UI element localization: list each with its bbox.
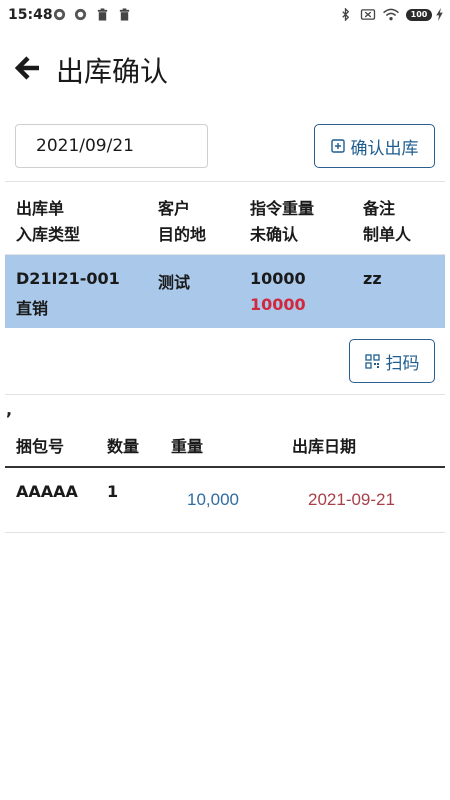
status-bar: 15:48 100 — [0, 0, 450, 30]
column-header-customer: 客户 — [158, 199, 191, 218]
column-header-bundle-no: 捆包号 — [16, 437, 65, 456]
order-number: D21I21-001 — [16, 269, 120, 288]
column-header-remark: 备注 — [363, 199, 396, 218]
date-field[interactable]: 2021/09/21 — [15, 124, 208, 168]
instruction-weight: 10000 — [250, 269, 306, 288]
scan-button[interactable]: 扫码 — [349, 339, 435, 383]
order-row-selected[interactable]: D21I21-001 直销 测试 10000 10000 zz — [5, 255, 445, 328]
quantity: 1 — [107, 482, 119, 501]
back-arrow-icon[interactable] — [14, 54, 42, 82]
separator-text: , — [6, 400, 13, 419]
record-icon — [74, 8, 87, 21]
unconfirmed-weight: 10000 — [250, 295, 306, 314]
outbound-date: 2021-09-21 — [308, 490, 395, 509]
charging-icon — [436, 8, 443, 21]
add-box-icon — [330, 139, 345, 153]
customer: 测试 — [158, 273, 191, 292]
inbound-type: 直销 — [16, 299, 49, 318]
column-header-destination: 目的地 — [158, 225, 207, 244]
divider — [5, 532, 445, 533]
remark: zz — [363, 269, 382, 288]
column-header-bundle-weight: 重量 — [171, 437, 204, 456]
trash-icon — [119, 8, 130, 21]
confirm-outbound-button[interactable]: 确认出库 — [314, 124, 435, 168]
bluetooth-icon — [342, 8, 350, 21]
battery-indicator: 100 — [406, 9, 432, 21]
divider — [5, 181, 445, 182]
column-header-inbound-type: 入库类型 — [16, 225, 81, 244]
wifi-icon — [383, 8, 399, 21]
status-time: 15:48 — [8, 7, 53, 23]
column-header-order-no: 出库单 — [16, 199, 65, 218]
column-header-outbound-date: 出库日期 — [292, 437, 357, 456]
scan-label: 扫码 — [385, 353, 420, 374]
qr-code-icon — [364, 353, 380, 369]
no-sim-icon — [360, 9, 376, 20]
trash-icon — [97, 8, 108, 21]
column-header-quantity: 数量 — [107, 437, 140, 456]
confirm-outbound-label: 确认出库 — [350, 138, 419, 159]
page-title: 出库确认 — [56, 55, 169, 88]
record-icon — [53, 8, 66, 21]
divider — [5, 394, 445, 395]
column-header-unconfirmed: 未确认 — [250, 225, 299, 244]
bundle-weight: 10,000 — [187, 490, 239, 509]
bundle-number: AAAAA — [16, 482, 78, 501]
column-header-weight: 指令重量 — [250, 199, 315, 218]
column-header-creator: 制单人 — [363, 225, 412, 244]
divider — [5, 466, 445, 468]
